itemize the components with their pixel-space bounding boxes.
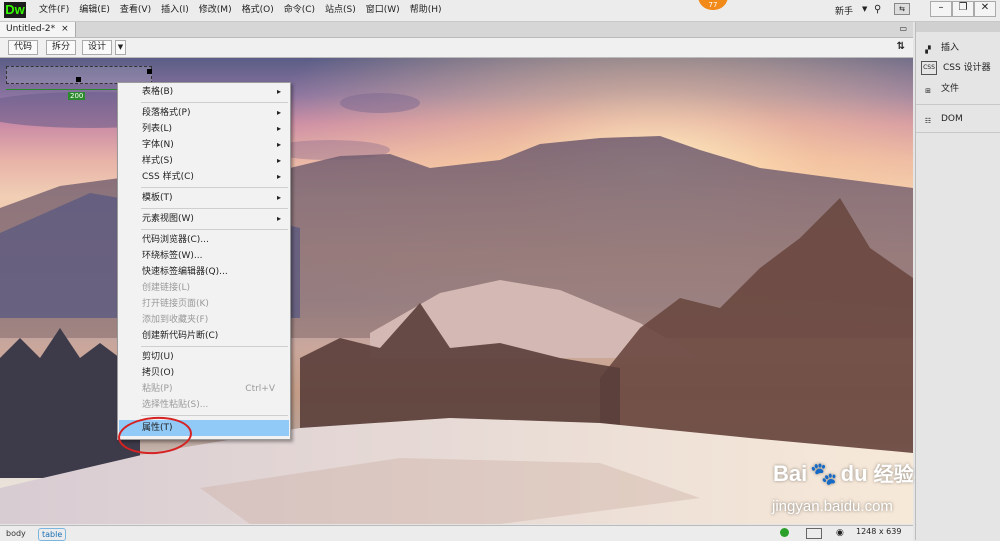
sort-icon[interactable]: ⇅ [897,41,905,52]
menu-item-code-navigator[interactable]: 代码浏览器(C)... [119,232,289,248]
menu-help[interactable]: 帮助(H) [405,4,447,17]
chevron-down-icon[interactable]: ▼ [862,5,867,13]
files-icon: ⊞ [925,86,931,95]
document-tab-bar: Untitled-2* × ▭ [0,22,913,38]
chevron-right-icon: ▸ [276,108,281,117]
menu-item-make-link: 创建链接(L) [142,283,191,293]
menu-item-open-linked-page: 打开链接页面(K) [142,299,209,309]
menu-file[interactable]: 文件(F) [34,4,74,17]
menu-item-font[interactable]: 字体(N) ▸ [119,137,289,153]
view-toolbar: 代码 拆分 设计 ▼ ⇅ [0,38,913,58]
menu-item-template[interactable]: 模板(T) ▸ [119,190,289,206]
resize-handle[interactable] [147,69,152,74]
menu-item-css-style[interactable]: CSS 样式(C) ▸ [119,169,289,185]
watermark-url: jingyan.baidu.com [772,498,893,515]
status-bar: body table ◉ 1248 x 639 [0,525,913,541]
menu-item-table[interactable]: 表格(B) ▸ [119,84,289,100]
chevron-right-icon: ▸ [276,156,281,165]
menu-site[interactable]: 站点(S) [320,4,361,17]
minimize-button[interactable]: – [930,1,952,17]
window-size-icon[interactable] [806,528,822,539]
menu-item-paragraph-format[interactable]: 段落格式(P) ▸ [119,105,289,121]
menu-item-paste-special: 选择性粘贴(S)... [142,400,209,410]
menu-format[interactable]: 格式(O) [237,4,279,17]
menu-commands[interactable]: 命令(C) [279,4,320,17]
panel-dom[interactable]: ☷ DOM [921,111,963,127]
menu-item-style[interactable]: 样式(S) ▸ [119,153,289,169]
menu-insert[interactable]: 插入(I) [156,4,194,17]
window-dimensions[interactable]: 1248 x 639 [856,527,901,536]
menu-separator [141,415,288,416]
panel-header [916,22,1000,32]
context-menu: 表格(B) ▸ 段落格式(P) ▸ 列表(L) ▸ 字体(N) ▸ 样式(S) ▸ CSS… [117,82,291,440]
menu-edit[interactable]: 编辑(E) [74,4,115,17]
code-view-button[interactable]: 代码 [8,40,39,55]
restore-window-icon[interactable]: ▭ [899,24,907,33]
no-errors-icon[interactable] [780,528,789,537]
close-tab-icon[interactable]: × [61,24,69,34]
menu-separator [141,102,288,103]
chevron-right-icon: ▸ [276,172,281,181]
insert-icon: ▞ [925,45,931,54]
live-view-icon[interactable]: ◉ [836,528,844,538]
menu-separator [141,208,288,209]
css-icon: CSS [921,60,937,75]
dom-icon: ☷ [924,116,932,125]
paw-icon: 🐾 [810,461,838,486]
menu-item-add-to-favorites: 添加到收藏夹(F) [142,315,209,325]
menu-view[interactable]: 查看(V) [115,4,156,17]
menu-item-create-snippet[interactable]: 创建新代码片断(C) [119,328,289,344]
chevron-right-icon: ▸ [276,140,281,149]
menu-item-element-view[interactable]: 元素视图(W) ▸ [119,211,289,227]
maximize-button[interactable]: ❐ [952,1,974,17]
table-width-label: 200 [68,92,86,100]
menu-item-paste: 粘贴(P) Ctrl+V [119,381,289,397]
split-view-button[interactable]: 拆分 [46,40,77,55]
panel-css-designer[interactable]: CSS CSS 设计器 [921,60,991,76]
chevron-right-icon: ▸ [276,214,281,223]
tag-selector-table[interactable]: table [38,528,67,541]
notification-badge[interactable]: 77 [698,0,728,10]
design-view-button[interactable]: 设计 [82,40,113,55]
close-button[interactable]: ✕ [974,1,996,17]
panel-files[interactable]: ⊞ 文件 [921,81,959,97]
tag-selector-body[interactable]: body [3,528,29,539]
panel-separator [916,132,1000,133]
search-icon[interactable]: ⚲ [874,4,881,15]
menu-item-cut[interactable]: 剪切(U) [119,349,289,365]
dreamweaver-logo: Dw [4,2,26,18]
baidu-watermark: Bai 🐾 du 经验 [773,461,914,486]
document-tab-title: Untitled-2* [6,24,56,34]
workspace-switcher[interactable]: 新手 [835,4,853,17]
menu-modify[interactable]: 修改(M) [194,4,237,17]
main-menu: 文件(F) 编辑(E) 查看(V) 插入(I) 修改(M) 格式(O) 命令(C… [34,4,446,17]
view-dropdown-icon[interactable]: ▼ [115,40,126,55]
menu-item-list[interactable]: 列表(L) ▸ [119,121,289,137]
menu-separator [141,229,288,230]
resize-handle[interactable] [76,77,81,82]
document-tab[interactable]: Untitled-2* × [0,22,76,37]
chevron-right-icon: ▸ [276,193,281,202]
sync-settings-icon[interactable]: ⇆ [894,3,910,15]
menu-separator [141,187,288,188]
menu-item-copy[interactable]: 拷贝(O) [119,365,289,381]
panel-insert[interactable]: ▞ 插入 [921,40,959,56]
chevron-right-icon: ▸ [276,87,281,96]
panel-separator [916,104,1000,105]
paste-shortcut: Ctrl+V [245,384,275,394]
chevron-right-icon: ▸ [276,124,281,133]
menu-bar: Dw 文件(F) 编辑(E) 查看(V) 插入(I) 修改(M) 格式(O) 命… [0,0,1000,22]
right-panel: ▞ 插入 CSS CSS 设计器 ⊞ 文件 ☷ DOM [915,22,1000,540]
menu-separator [141,346,288,347]
menu-window[interactable]: 窗口(W) [361,4,405,17]
menu-item-wrap-tag[interactable]: 环绕标签(W)... [119,248,289,264]
menu-item-quick-tag-editor[interactable]: 快速标签编辑器(Q)... [119,264,289,280]
